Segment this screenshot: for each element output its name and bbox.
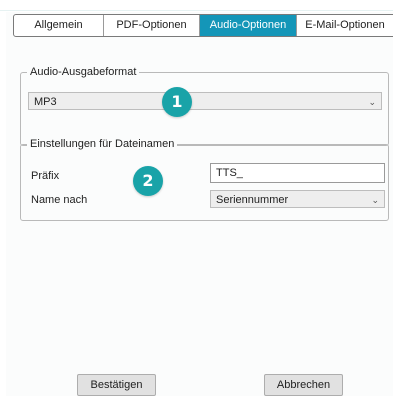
tab-audio-optionen[interactable]: Audio-Optionen — [200, 15, 297, 36]
audio-format-value: MP3 — [34, 96, 57, 108]
tab-pdf-optionen[interactable]: PDF-Optionen — [104, 15, 200, 36]
name-by-value: Seriennummer — [216, 194, 289, 206]
audio-format-select[interactable]: MP3 ⌄ — [28, 92, 382, 110]
prefix-label: Präfix — [31, 170, 60, 182]
filename-settings-group: Einstellungen für Dateinamen Präfix TTS_… — [20, 137, 389, 221]
prefix-input[interactable]: TTS_ — [210, 163, 385, 183]
chevron-down-icon: ⌄ — [371, 195, 379, 205]
chevron-down-icon: ⌄ — [368, 97, 376, 107]
cancel-button[interactable]: Abbrechen — [264, 374, 343, 396]
tab-allgemein[interactable]: Allgemein — [14, 15, 104, 36]
audio-output-group: Audio-Ausgabeformat MP3 ⌄ — [20, 65, 389, 146]
audio-output-group-title: Audio-Ausgabeformat — [27, 65, 140, 79]
top-strip — [0, 0, 393, 11]
callout-badge-1: 1 — [162, 87, 192, 117]
callout-badge-2: 2 — [133, 166, 163, 196]
confirm-button[interactable]: Bestätigen — [77, 374, 156, 396]
tab-bar: Allgemein PDF-Optionen Audio-Optionen E-… — [13, 14, 393, 37]
name-by-select[interactable]: Seriennummer ⌄ — [210, 190, 385, 208]
tab-email-optionen[interactable]: E-Mail-Optionen — [297, 15, 393, 36]
name-by-label: Name nach — [31, 194, 88, 206]
filename-settings-group-title: Einstellungen für Dateinamen — [27, 137, 178, 151]
